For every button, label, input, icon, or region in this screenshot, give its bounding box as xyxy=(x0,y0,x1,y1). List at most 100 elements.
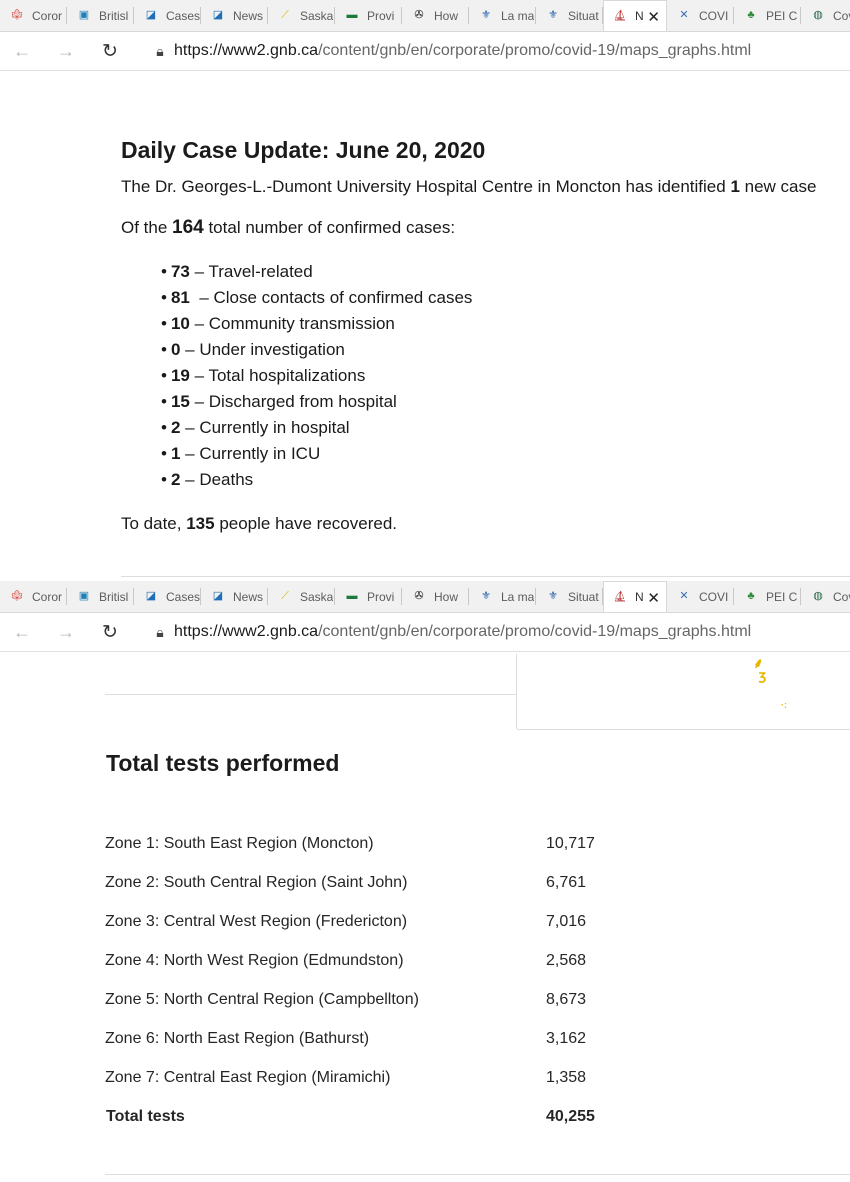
close-tab-icon[interactable]: ✕ xyxy=(647,8,660,26)
browser-tab[interactable]: ▣ Britisl xyxy=(67,588,134,605)
tab-label: Britisl xyxy=(99,8,129,23)
browser-tab[interactable]: ◪ News xyxy=(201,7,268,24)
stat-value: 15 xyxy=(170,392,190,411)
tests-table: Zone 1: South East Region (Moncton) 10,71… xyxy=(105,824,595,1136)
browser-tab[interactable]: ◪ News xyxy=(201,588,268,605)
browser-tab[interactable]: ◍ Covic xyxy=(801,588,850,605)
reload-button[interactable]: ↻ xyxy=(88,621,132,644)
browser-tab[interactable]: ⛵︎ N ✕ xyxy=(603,581,667,612)
tab-label: Cases xyxy=(166,589,200,604)
browser-tab[interactable]: ◪ Cases xyxy=(134,588,201,605)
bullet: • xyxy=(161,288,167,307)
tab-label: PEI C xyxy=(766,8,798,23)
zone-name-cell: Zone 3: Central West Region (Fredericton… xyxy=(105,912,408,930)
browser-tab[interactable]: ✇ How xyxy=(402,7,469,24)
tab-label: Coror xyxy=(32,8,63,23)
browser-tab[interactable]: ⟋ Saska xyxy=(268,588,335,605)
reload-button[interactable]: ↻ xyxy=(88,40,132,63)
url-field[interactable]: 🔒︎ https://www2.gnb.ca/content/gnb/en/co… xyxy=(146,36,850,66)
divider xyxy=(105,1174,850,1175)
pei-icon: ♣ xyxy=(747,590,755,602)
zone-name-cell: Zone 2: South Central Region (Saint John… xyxy=(105,873,408,891)
tab-bar: 🍁︎ Coror ▣ Britisl ◪ Cases ◪ News ⟋ Saska ▬ Provi ✇ H… xyxy=(0,581,850,613)
close-tab-icon[interactable]: ✕ xyxy=(647,589,660,607)
browser-tab[interactable]: ✕ COVI xyxy=(667,588,734,605)
bullet: • xyxy=(161,314,167,333)
forward-button[interactable]: → xyxy=(44,622,88,643)
browser-tab[interactable]: ⛵︎ N ✕ xyxy=(603,0,667,31)
table-row: Zone 3: Central West Region (Fredericton… xyxy=(105,902,595,941)
browser-tab[interactable]: ⚜ Situat xyxy=(536,7,603,24)
flag-icon: ▬ xyxy=(346,9,358,21)
bullet: • xyxy=(161,470,167,489)
test-count-cell: 2,568 xyxy=(546,951,587,969)
tests-section: Total tests performed Zone 1: South East… xyxy=(105,750,805,1125)
pei-icon: ♣ xyxy=(747,9,755,21)
browser-tab[interactable]: ♣ PEI C xyxy=(734,588,801,605)
divider xyxy=(121,576,850,577)
tab-label: How xyxy=(434,8,459,23)
fleur-de-lis-icon: ⚜ xyxy=(481,9,491,21)
tab-label: COVI xyxy=(699,589,729,604)
tab-label: Covic xyxy=(833,589,850,604)
browser-tab[interactable]: ✇ How xyxy=(402,588,469,605)
browser-window-top: 🍁︎ Coror ▣ Britisl ◪ Cases ◪ News ⟋ Saska ▬ Provi ✇ H… xyxy=(0,0,850,71)
browser-tab[interactable]: ⚜ La ma xyxy=(469,588,536,605)
back-button[interactable]: ← xyxy=(0,622,44,643)
flag-icon: ▬ xyxy=(346,590,358,602)
fleur-de-lis-icon: ⚜ xyxy=(548,590,558,602)
test-count-cell: 10,717 xyxy=(546,834,595,852)
stat-value: 0 xyxy=(170,340,181,359)
browser-tab[interactable]: ⚜ Situat xyxy=(536,588,603,605)
chart-icon: ◪ xyxy=(145,590,157,602)
browser-tab[interactable]: ✕ COVI xyxy=(667,7,734,24)
tab-label: News xyxy=(233,589,264,604)
browser-tab[interactable]: ◪ Cases xyxy=(134,7,201,24)
intro-text: The Dr. Georges-L.-Dumont University Hos… xyxy=(121,177,731,196)
back-button[interactable]: ← xyxy=(0,41,44,62)
stat-label: – Community transmission xyxy=(189,314,395,333)
case-stat-item: • 0 – Under investigation xyxy=(161,337,850,363)
browser-tab[interactable]: ▬ Provi xyxy=(335,7,402,24)
tab-label: Situat xyxy=(568,589,599,604)
map-case-marker: ⳅ xyxy=(759,667,766,683)
bullet: • xyxy=(161,418,167,437)
tab-label: Cases xyxy=(166,8,200,23)
test-count-cell: 8,673 xyxy=(546,990,587,1008)
case-stat-item: • 19 – Total hospitalizations xyxy=(161,363,850,389)
stat-value: 1 xyxy=(170,444,181,463)
bullet: • xyxy=(161,262,167,281)
tests-title: Total tests performed xyxy=(106,750,340,776)
url-field[interactable]: 🔒︎ https://www2.gnb.ca/content/gnb/en/co… xyxy=(146,617,850,647)
new-case-count: 1 xyxy=(730,177,740,196)
wheat-icon: ⟋ xyxy=(281,9,289,21)
stat-label: – Under investigation xyxy=(180,340,345,359)
browser-tab[interactable]: ♣ PEI C xyxy=(734,7,801,24)
tab-label: How xyxy=(434,589,459,604)
tab-label: Saska xyxy=(300,589,334,604)
browser-tab[interactable]: ⚜ La ma xyxy=(469,7,536,24)
case-stat-item: • 81 – Close contacts of confirmed cases xyxy=(161,285,850,311)
recovered-text: To date, xyxy=(121,514,187,533)
url-host: https://www2.gnb.ca xyxy=(174,42,319,59)
recovered-text-end: people have recovered. xyxy=(214,514,397,533)
browser-tab[interactable]: ⟋ Saska xyxy=(268,7,335,24)
case-stat-item: • 2 – Deaths xyxy=(161,467,850,493)
browser-tab[interactable]: ▬ Provi xyxy=(335,588,402,605)
lock-icon: 🔒︎ xyxy=(156,42,164,59)
ns-flag-icon: ✕ xyxy=(679,9,689,21)
stat-label: – Deaths xyxy=(180,470,254,489)
globe-icon: ◍ xyxy=(813,9,823,21)
address-bar: ← → ↻ 🔒︎ https://www2.gnb.ca/content/gnb… xyxy=(0,32,850,71)
tab-label: Provi xyxy=(367,8,395,23)
zone-name-cell: Zone 7: Central East Region (Miramichi) xyxy=(105,1068,391,1086)
intro-paragraph: The Dr. Georges-L.-Dumont University Hos… xyxy=(121,176,850,198)
url-host: https://www2.gnb.ca xyxy=(174,623,319,640)
table-row: Zone 4: North West Region (Edmundston) 2,… xyxy=(105,941,595,980)
browser-tab[interactable]: 🍁︎ Coror xyxy=(0,7,67,24)
forward-button[interactable]: → xyxy=(44,41,88,62)
browser-tab[interactable]: 🍁︎ Coror xyxy=(0,588,67,605)
browser-tab[interactable]: ◍ Covic xyxy=(801,7,850,24)
browser-tab[interactable]: ▣ Britisl xyxy=(67,7,134,24)
stat-value: 2 xyxy=(170,418,181,437)
